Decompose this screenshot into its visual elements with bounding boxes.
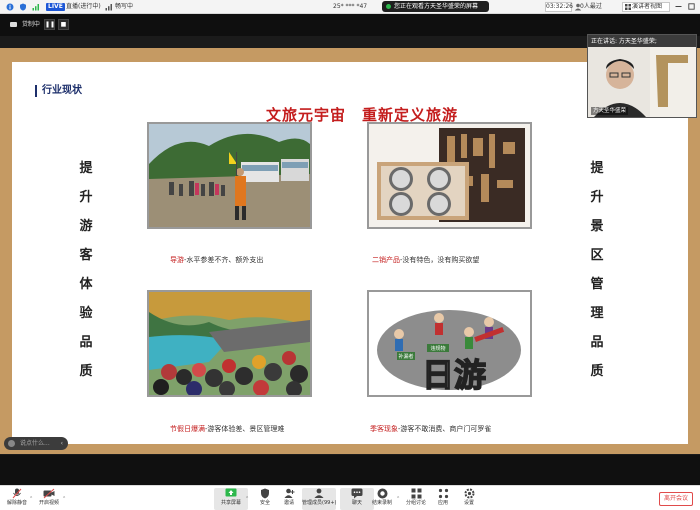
stop-icon: ■: [60, 21, 67, 28]
manage-members-button[interactable]: 管理成员(99+): [302, 488, 336, 510]
stop-button[interactable]: ■: [58, 19, 69, 30]
shield-icon[interactable]: [19, 3, 27, 11]
chat-icon: [351, 488, 363, 499]
viewing-text: 您正在观看方天圣华盛荣的屏幕: [394, 3, 479, 10]
meeting-phone: 25* *** *47: [333, 3, 368, 10]
video-options-caret[interactable]: ⌃: [62, 496, 66, 502]
chat-bubble-icon: [8, 440, 15, 447]
shield-icon: [261, 488, 269, 499]
meeting-toolbar: 解除静音 ⌃ 开启视频 ⌃ 共享屏幕 ⌃ 安全 邀请 管理成员(99+) 聊天 …: [0, 485, 700, 510]
sharing-dot-icon: [386, 4, 391, 9]
status-bar: LIVE 直播(进行中) 畅写中 25* *** *47 您正在观看方天圣华盛荣…: [0, 0, 700, 14]
cartoon-big-text: 日游: [422, 356, 486, 394]
caption-holiday-crowds: 节假日爆满-游客体验差、景区管理难: [170, 425, 285, 433]
crowded-lake-photo: [147, 290, 312, 397]
camera-off-icon: [43, 488, 55, 499]
share-control-bar: 贷制中 ❚❚ ■: [0, 14, 700, 36]
network-icon: [105, 4, 112, 11]
pause-icon: ❚❚: [45, 21, 56, 28]
leave-meeting-button[interactable]: 离开会议: [659, 492, 693, 506]
chevron-left-icon[interactable]: ‹: [61, 437, 63, 450]
invite-button[interactable]: 邀请: [272, 488, 306, 510]
caption-seasonal: 季客现象-游客不敢消费、商户门可罗雀: [370, 425, 492, 433]
live-status[interactable]: 直播(进行中): [66, 3, 101, 11]
speaking-label: 正在讲话: 方天圣华盛荣;: [591, 38, 657, 45]
viewing-banner[interactable]: 您正在观看方天圣华盛荣的屏幕: [382, 1, 489, 12]
cartoon-sign-2: 违规物: [430, 345, 445, 352]
signal-icon[interactable]: [32, 3, 40, 11]
members-icon: [314, 488, 324, 498]
souvenir-product-photo: [367, 122, 532, 229]
cloud-icon: [10, 22, 17, 27]
mic-muted-icon: [12, 488, 22, 499]
speaker-name: 方天圣华盛荣: [591, 107, 629, 115]
caption-products: 二销产品-没有特色，没有购买欲望: [372, 256, 480, 264]
video-button[interactable]: 开启视频: [32, 488, 66, 510]
left-side-text: 提升游客体验品质: [79, 161, 93, 379]
one-day-tour-cartoon: 补漏者 违规物 日游: [367, 290, 532, 397]
meeting-timer: 03:32:26: [545, 2, 573, 12]
chat-input[interactable]: 说点什么... ‹: [4, 437, 68, 450]
fullscreen-icon[interactable]: [688, 3, 695, 10]
apps-icon: [438, 488, 448, 499]
cartoon-sign-1: 补漏者: [398, 353, 413, 360]
record-button[interactable]: 结束录制: [365, 488, 399, 510]
share-label: 贷制中: [21, 21, 40, 28]
add-person-icon: [284, 488, 294, 498]
breakout-icon: [411, 488, 421, 499]
right-side-text: 提升景区管理品质: [590, 161, 604, 379]
share-screen-button[interactable]: 共享屏幕: [214, 488, 248, 510]
settings-button[interactable]: 设置: [452, 488, 486, 510]
speaker-view-button[interactable]: 演讲者视图: [622, 2, 670, 12]
speaker-video-tile[interactable]: 正在讲话: 方天圣华盛荣; 方天圣华盛荣: [587, 34, 697, 118]
pause-button[interactable]: ❚❚: [44, 19, 55, 30]
minimize-icon[interactable]: [675, 3, 682, 10]
gear-icon: [464, 488, 474, 499]
signal-label: 畅写中: [115, 3, 134, 10]
tour-group-photo: [147, 122, 312, 229]
info-icon[interactable]: [6, 3, 14, 11]
record-icon: [377, 488, 387, 499]
speaker-view-label: 演讲者视图: [632, 3, 663, 10]
chat-placeholder: 说点什么...: [20, 440, 50, 447]
slide: 行业现状 文旅元宇宙 重新定义旅游 提升游客体验品质 提升景区管理品质 补漏者 …: [12, 62, 688, 444]
video-strip: [0, 455, 700, 485]
share-info[interactable]: 贷制中: [6, 19, 44, 31]
share-screen-icon: [225, 488, 237, 497]
live-badge[interactable]: LIVE: [46, 3, 65, 11]
viewer-count[interactable]: 0人最过: [580, 3, 602, 11]
grid-icon: [625, 4, 631, 10]
caption-tour-guide: 导游-水平参差不齐、额外支出: [170, 256, 264, 264]
section-title: 行业现状: [35, 85, 82, 97]
